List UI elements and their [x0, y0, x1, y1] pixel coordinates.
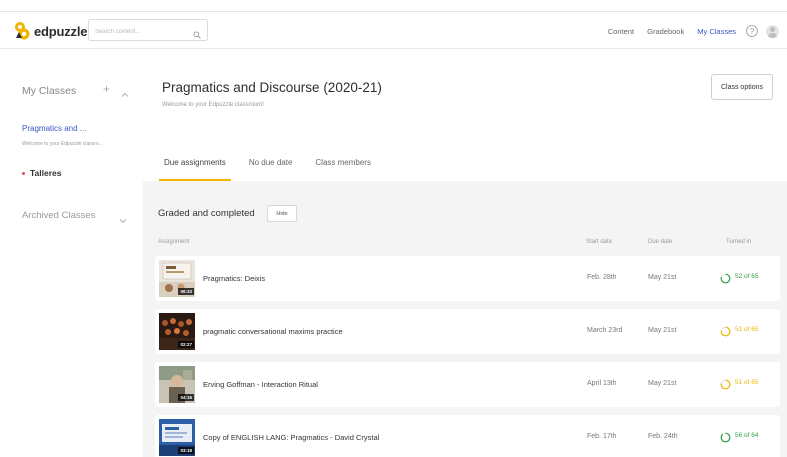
edpuzzle-logo-icon [13, 21, 31, 41]
turned-in-status[interactable]: 56 of 64 [720, 430, 759, 443]
chevron-up-icon[interactable] [121, 86, 129, 97]
notification-dot [22, 172, 25, 176]
due-date: Feb. 24th [648, 433, 678, 440]
progress-ring-icon [720, 377, 731, 390]
main-content: Pragmatics and Discourse (2020-21) Welco… [143, 50, 787, 457]
table-row[interactable]: 06:33 Pragmatics: Deixis Feb. 28th May 2… [155, 256, 780, 301]
nav-content[interactable]: Content [608, 27, 634, 36]
class-tabs: Due assignments No due date Class member… [159, 158, 392, 181]
search-box[interactable] [88, 19, 208, 42]
assignment-title[interactable]: pragmatic conversational maxims practice [203, 327, 343, 336]
start-date: March 23rd [587, 327, 623, 334]
progress-ring-icon [720, 324, 731, 337]
assignment-title[interactable]: Erving Goffman - Interaction Ritual [203, 380, 318, 389]
assignment-title[interactable]: Pragmatics: Deixis [203, 274, 265, 283]
start-date: Feb. 17th [587, 433, 617, 440]
column-header-assignment: Assignment [158, 239, 190, 245]
video-thumbnail[interactable]: 04:16 [159, 366, 195, 403]
due-date: May 21st [648, 274, 677, 281]
table-row[interactable]: 02:27 pragmatic conversational maxims pr… [155, 309, 780, 354]
window-top-strip [0, 0, 787, 12]
sidebar-class-pragmatics[interactable]: Pragmatics and ... [22, 124, 86, 133]
table-row[interactable]: 03:18 Copy of ENGLISH LANG: Pragmatics -… [155, 415, 780, 457]
video-thumbnail[interactable]: 02:27 [159, 313, 195, 350]
turned-in-count: 51 of 65 [735, 326, 759, 333]
tab-no-due-date[interactable]: No due date [247, 158, 295, 181]
tab-due-assignments[interactable]: Due assignments [159, 158, 231, 181]
assignment-title[interactable]: Copy of ENGLISH LANG: Pragmatics - David… [203, 433, 379, 442]
turned-in-count: 56 of 64 [735, 432, 759, 439]
turned-in-status[interactable]: 51 of 65 [720, 324, 759, 337]
top-nav: Content Gradebook My Classes ? [595, 13, 779, 49]
video-duration: 02:27 [178, 341, 194, 348]
turned-in-status[interactable]: 51 of 65 [720, 377, 759, 390]
video-duration: 04:16 [178, 394, 194, 401]
class-options-button[interactable]: Class options [711, 74, 773, 100]
column-header-turned-in: Turned in [726, 239, 752, 245]
sidebar: My Classes + Pragmatics and ... Welcome … [0, 50, 143, 457]
sidebar-class-subtitle: Welcome to your Edpuzzle classro... [22, 141, 103, 147]
video-duration: 06:33 [178, 288, 194, 295]
search-input[interactable] [89, 22, 189, 42]
add-class-button[interactable]: + [103, 82, 110, 96]
turned-in-count: 51 of 65 [735, 379, 759, 386]
start-date: Feb. 28th [587, 274, 617, 281]
chevron-down-icon[interactable] [119, 212, 127, 224]
sidebar-class-talleres-label: Talleres [30, 168, 62, 178]
nav-gradebook[interactable]: Gradebook [647, 27, 684, 36]
class-header: Pragmatics and Discourse (2020-21) Welco… [143, 50, 787, 181]
class-welcome-text: Welcome to your Edpuzzle classroom! [162, 102, 264, 108]
tab-class-members[interactable]: Class members [313, 158, 373, 181]
turned-in-count: 52 of 65 [735, 273, 759, 280]
edpuzzle-logo[interactable]: edpuzzle [13, 21, 87, 41]
column-header-due-date: Due date [648, 239, 673, 245]
turned-in-status[interactable]: 52 of 65 [720, 271, 759, 284]
video-thumbnail[interactable]: 03:18 [159, 419, 195, 456]
search-icon[interactable] [193, 26, 201, 39]
help-icon[interactable]: ? [746, 25, 758, 37]
video-thumbnail[interactable]: 06:33 [159, 260, 195, 297]
avatar[interactable] [766, 24, 779, 38]
page-title: Pragmatics and Discourse (2020-21) [162, 80, 382, 95]
top-header: edpuzzle Content Gradebook My Classes ? [0, 13, 787, 49]
column-header-start-date: Start date [586, 239, 613, 245]
sidebar-class-talleres[interactable]: Talleres [22, 168, 62, 178]
progress-ring-icon [720, 271, 731, 284]
archived-classes-toggle[interactable]: Archived Classes [22, 210, 95, 221]
video-duration: 03:18 [178, 447, 194, 454]
due-date: May 21st [648, 380, 677, 387]
due-date: May 21st [648, 327, 677, 334]
progress-ring-icon [720, 430, 731, 443]
logo-text: edpuzzle [34, 23, 88, 39]
hide-button[interactable]: Hide [267, 205, 297, 222]
my-classes-heading: My Classes [22, 85, 77, 97]
table-row[interactable]: 04:16 Erving Goffman - Interaction Ritua… [155, 362, 780, 407]
start-date: April 13th [587, 380, 617, 387]
section-title: Graded and completed [158, 208, 255, 219]
nav-my-classes[interactable]: My Classes [697, 27, 736, 36]
